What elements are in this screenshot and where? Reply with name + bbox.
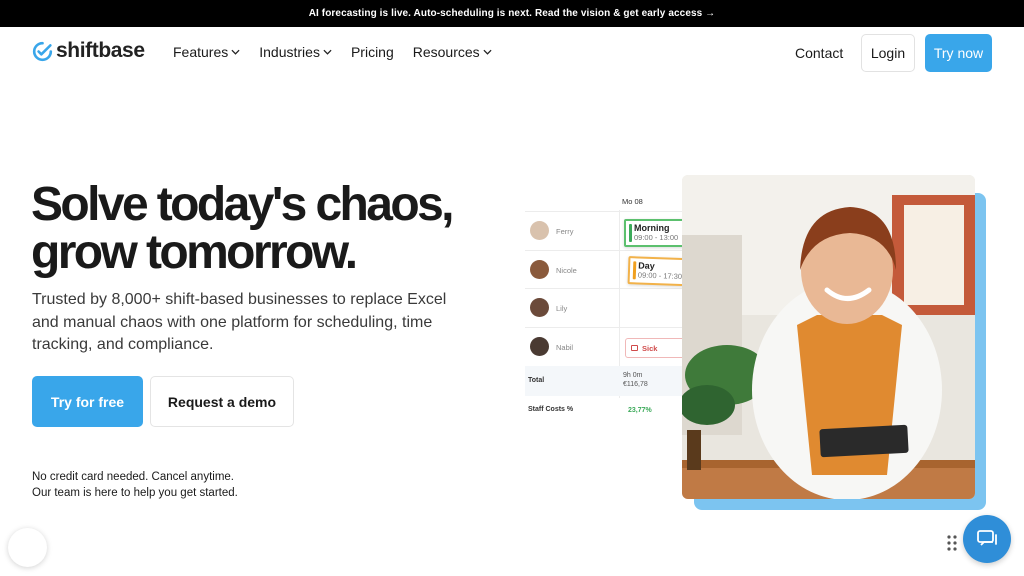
employee-name: Nabil [556, 343, 574, 352]
chevron-down-icon [231, 49, 240, 55]
hero-subtitle: Trusted by 8,000+ shift-based businesses… [32, 291, 447, 353]
hero-illustration [682, 175, 975, 499]
nav-item-industries[interactable]: Industries [259, 44, 332, 60]
hero-title-line: Solve today's chaos, [31, 178, 455, 231]
note-line: No credit card needed. Cancel anytime. [32, 471, 234, 483]
total-label: Total [528, 377, 545, 384]
chevron-down-icon [323, 49, 332, 55]
sick-label: Sick [642, 343, 658, 353]
chevron-down-icon [483, 49, 492, 55]
medical-kit-icon [631, 345, 638, 351]
drag-handle-icon[interactable] [946, 534, 958, 552]
request-demo-button[interactable]: Request a demo [150, 376, 294, 427]
total-cost: €116,78 [623, 381, 648, 388]
top-nav: shiftbase Features Industries Pricing Re… [0, 27, 1024, 79]
avatar [530, 337, 549, 356]
nav-links: Features Industries Pricing Resources [173, 44, 492, 60]
avatar [530, 298, 549, 317]
hero-title: Solve today's chaos, grow tomorrow. [31, 181, 491, 277]
logo-text: shiftbase [56, 39, 145, 62]
employee-name: Ferry [556, 227, 574, 236]
nav-item-label: Pricing [350, 44, 394, 60]
nav-item-label: Resources [412, 44, 480, 60]
check-circle-icon [32, 41, 53, 61]
schedule-preview: Mo 08 Ferry Nicole Lily Nabil Morning 09… [525, 193, 738, 428]
total-values: 9h 0m €116,78 [623, 371, 648, 389]
hero-photo [682, 175, 975, 499]
try-now-button[interactable]: Try now [925, 34, 992, 72]
announcement-bar[interactable]: AI forecasting is live. Auto-scheduling … [0, 0, 1024, 27]
nav-item-label: Features [173, 44, 229, 60]
avatar [530, 221, 549, 240]
avatar [530, 260, 549, 279]
try-for-free-button[interactable]: Try for free [32, 376, 143, 427]
total-row: Total 9h 0m €116,78 [525, 366, 695, 396]
employee-name: Nicole [556, 266, 577, 275]
staff-cost-row: Staff Costs % 23,77% [525, 398, 695, 422]
schedule-row: Lily [525, 288, 695, 326]
shift-time: 09:00 - 17:30 [637, 270, 683, 281]
nav-item-resources[interactable]: Resources [413, 44, 492, 60]
staff-cost-value: 23,77% [628, 407, 652, 414]
schedule-day: Mo 08 [622, 197, 643, 206]
cookie-settings-button[interactable] [8, 528, 47, 567]
chat-button[interactable] [963, 515, 1011, 563]
chat-bubble-icon [977, 530, 997, 546]
note-line: Our team is here to help you get started… [32, 487, 238, 499]
nav-item-features[interactable]: Features [173, 44, 240, 60]
announcement-text[interactable]: AI forecasting is live. Auto-scheduling … [309, 8, 716, 19]
contact-link[interactable]: Contact [795, 45, 843, 61]
hero-note: No credit card needed. Cancel anytime. O… [32, 469, 238, 501]
employee-name: Lily [556, 304, 568, 313]
nav-item-label: Industries [259, 44, 320, 60]
staff-cost-label: Staff Costs % [528, 406, 574, 413]
total-hours: 9h 0m [623, 372, 643, 379]
sick-badge: Sick [625, 338, 685, 358]
nav-item-pricing[interactable]: Pricing [351, 44, 394, 60]
shift-time: 09:00 - 13:00 [634, 233, 679, 242]
login-button[interactable]: Login [861, 34, 915, 72]
shift-color-bar [629, 224, 632, 242]
hero-title-line: grow tomorrow. [31, 226, 358, 279]
shift-color-bar [632, 261, 637, 280]
logo[interactable]: shiftbase [32, 39, 145, 63]
